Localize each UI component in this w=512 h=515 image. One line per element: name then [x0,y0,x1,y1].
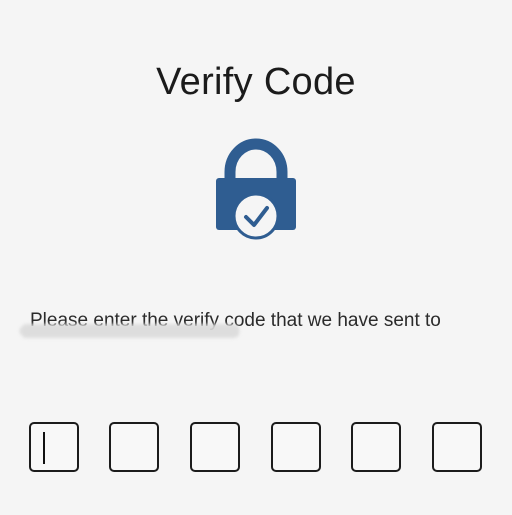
code-digit-5[interactable] [351,422,401,472]
code-digit-6[interactable] [432,422,482,472]
lock-check-icon [212,138,300,246]
code-digit-2[interactable] [109,422,159,472]
text-cursor [43,432,45,464]
code-digit-4[interactable] [271,422,321,472]
page-title: Verify Code [156,61,356,104]
code-digit-3[interactable] [190,422,240,472]
code-input-row [29,422,483,472]
masked-recipient [20,324,240,338]
code-digit-1[interactable] [29,422,79,472]
